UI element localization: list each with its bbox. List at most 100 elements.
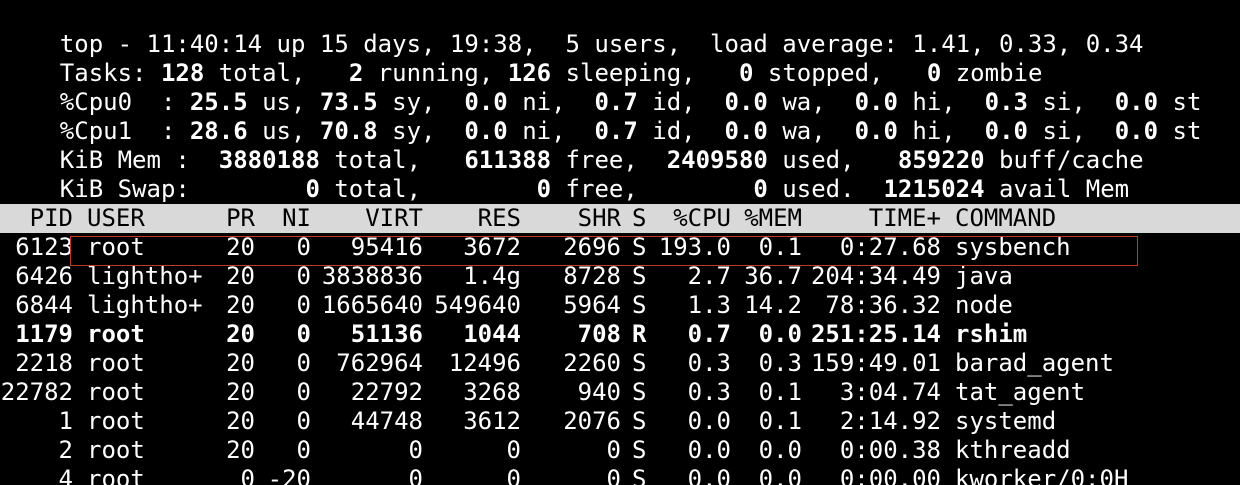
cell-mem: 14.2: [744, 291, 802, 319]
col-mem: %MEM: [744, 204, 802, 232]
cell-command: rshim: [955, 320, 1028, 348]
cell-command: kworker/0:0H: [955, 465, 1129, 485]
col-time: TIME+: [868, 204, 941, 232]
cell-pid: 6844: [15, 291, 73, 319]
swap-used: 0: [753, 175, 768, 203]
cell-time: 3:04.74: [839, 378, 941, 406]
cell-pid: 1179: [15, 320, 73, 348]
swap-avail: 1215024: [883, 175, 985, 203]
cell-virt: 51136: [350, 320, 423, 348]
cell-s: S: [632, 349, 647, 377]
col-pid: PID: [29, 204, 73, 232]
cell-command: kthreadd: [955, 436, 1071, 464]
cell-shr: 0: [606, 436, 621, 464]
cell-time: 2:14.92: [839, 407, 941, 435]
cell-cpu: 2.7: [687, 262, 731, 290]
cpu0-line: %Cpu0 : 25.5 us, 73.5 sy, 0.0 ni, 0.7 id…: [2, 59, 1202, 116]
cell-cpu: 0.7: [687, 320, 731, 348]
cell-shr: 2696: [563, 233, 621, 261]
cell-time: 0:00.00: [839, 465, 941, 485]
cell-command: java: [955, 262, 1013, 290]
tasks-line: Tasks: 128 total, 2 running, 126 sleepin…: [2, 30, 1043, 87]
cell-virt: 0: [408, 465, 423, 485]
cell-time: 78:36.32: [825, 291, 941, 319]
cell-pid: 22782: [0, 378, 73, 406]
cell-res: 1.4g: [463, 262, 521, 290]
cell-s: S: [632, 233, 647, 261]
terminal-window[interactable]: top - 11:40:14 up 15 days, 19:38, 5 user…: [0, 0, 1240, 485]
col-cpu: %CPU: [673, 204, 731, 232]
table-row[interactable]: 6123 root 20 0 95416 3672 2696 S 193.0 0…: [0, 233, 1240, 262]
cell-pr: 20: [226, 349, 255, 377]
swap-free-label: free,: [551, 175, 754, 203]
cell-user: root: [87, 320, 145, 348]
cell-virt: 1665640: [321, 291, 423, 319]
cell-shr: 2076: [563, 407, 621, 435]
cell-s: R: [632, 320, 647, 348]
col-s: S: [632, 204, 647, 232]
cell-cpu: 0.0: [687, 465, 731, 485]
swap-total-label: total,: [319, 175, 537, 203]
cell-pid: 2: [58, 436, 73, 464]
cell-shr: 708: [577, 320, 621, 348]
cell-user: root: [87, 407, 145, 435]
cell-time: 204:34.49: [810, 262, 941, 290]
cell-pr: 20: [226, 407, 255, 435]
col-user: USER: [87, 204, 145, 232]
cell-pr: 20: [226, 233, 255, 261]
cell-ni: 0: [296, 378, 311, 406]
table-row[interactable]: 6426 lightho+ 20 0 3838836 1.4g 8728 S 2…: [0, 262, 1240, 291]
table-row[interactable]: 2218 root 20 0 762964 12496 2260 S 0.3 0…: [0, 349, 1240, 378]
cell-ni: 0: [296, 349, 311, 377]
cell-mem: 36.7: [744, 262, 802, 290]
cell-virt: 0: [408, 436, 423, 464]
cell-cpu: 0.0: [687, 436, 731, 464]
table-row[interactable]: 1179 root 20 0 51136 1044 708 R 0.7 0.0 …: [0, 320, 1240, 349]
col-virt: VIRT: [365, 204, 423, 232]
swap-free: 0: [536, 175, 552, 203]
cell-user: lightho+: [87, 291, 203, 319]
table-row[interactable]: 1 root 20 0 44748 3612 2076 S 0.0 0.1 2:…: [0, 407, 1240, 436]
cell-command: barad_agent: [955, 349, 1114, 377]
cell-shr: 5964: [563, 291, 621, 319]
cell-time: 0:27.68: [839, 233, 941, 261]
table-row[interactable]: 22782 root 20 0 22792 3268 940 S 0.3 0.1…: [0, 378, 1240, 407]
cell-user: root: [87, 349, 145, 377]
cell-mem: 0.1: [758, 233, 802, 261]
cell-s: S: [632, 262, 647, 290]
table-row[interactable]: 4 root 0 -20 0 0 0 S 0.0 0.0 0:00.00 kwo…: [0, 465, 1240, 485]
cell-mem: 0.1: [758, 378, 802, 406]
col-command: COMMAND: [955, 204, 1057, 232]
cell-pid: 6426: [15, 262, 73, 290]
mem-line: KiB Mem : 3880188 total, 611388 free, 24…: [2, 117, 1144, 174]
cell-res: 1044: [463, 320, 521, 348]
cell-virt: 95416: [350, 233, 423, 261]
cell-pr: 20: [226, 262, 255, 290]
cell-mem: 0.0: [758, 465, 802, 485]
cell-pid: 1: [58, 407, 73, 435]
cell-shr: 8728: [563, 262, 621, 290]
cell-ni: 0: [296, 436, 311, 464]
cell-ni: -20: [267, 465, 311, 485]
cell-user: root: [87, 465, 145, 485]
cell-res: 3672: [463, 233, 521, 261]
swap-label: KiB Swap:: [59, 175, 306, 203]
cpu1-line: %Cpu1 : 28.6 us, 70.8 sy, 0.0 ni, 0.7 id…: [2, 88, 1202, 145]
table-row[interactable]: 6844 lightho+ 20 0 1665640 549640 5964 S…: [0, 291, 1240, 320]
cell-command: node: [955, 291, 1013, 319]
cell-cpu: 0.3: [687, 349, 731, 377]
col-shr: SHR: [577, 204, 621, 232]
cell-time: 159:49.01: [810, 349, 941, 377]
cell-pid: 4: [58, 465, 73, 485]
cell-command: tat_agent: [955, 378, 1086, 406]
cell-res: 3268: [463, 378, 521, 406]
cell-mem: 0.0: [758, 436, 802, 464]
cell-s: S: [632, 378, 647, 406]
cell-s: S: [632, 291, 647, 319]
table-row[interactable]: 2 root 20 0 0 0 0 S 0.0 0.0 0:00.38 kthr…: [0, 436, 1240, 465]
cell-pr: 20: [226, 436, 255, 464]
cell-pr: 20: [226, 320, 255, 348]
cell-ni: 0: [296, 233, 311, 261]
cell-mem: 0.0: [758, 320, 802, 348]
cell-virt: 44748: [350, 407, 423, 435]
